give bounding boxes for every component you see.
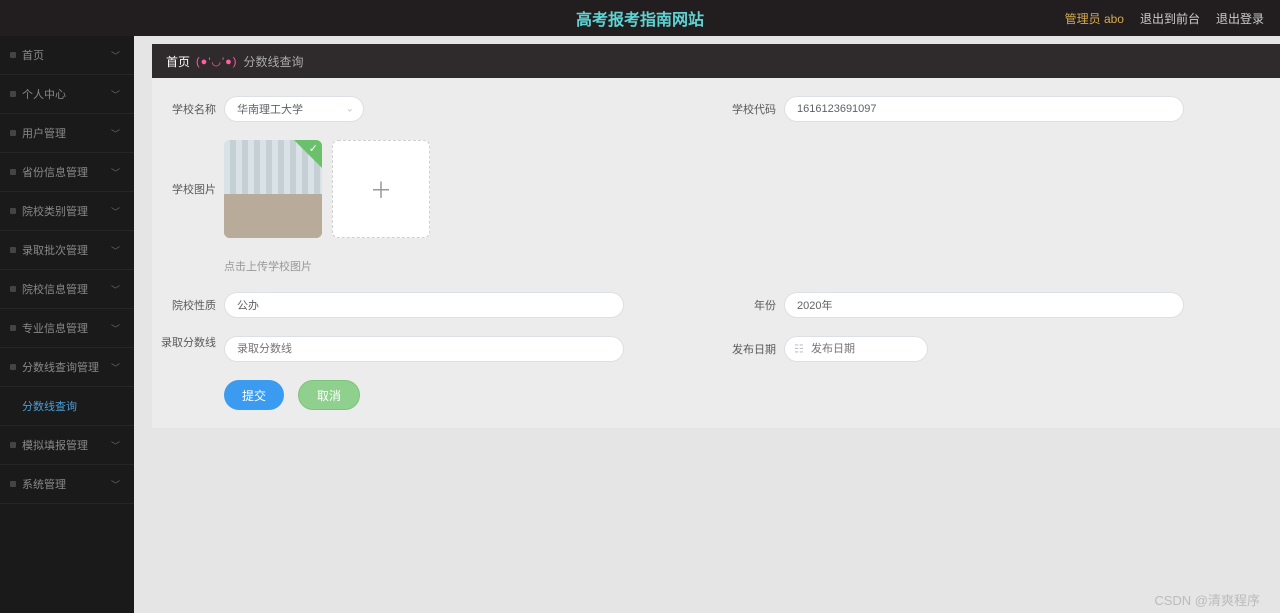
- top-right-links: 管理员 abo 退出到前台 退出登录: [1065, 10, 1264, 27]
- chevron-down-icon: ﹀: [111, 322, 120, 335]
- top-header: 高考报考指南网站 管理员 abo 退出到前台 退出登录: [0, 0, 1280, 36]
- sidebar-item-system[interactable]: 系统管理 ﹀: [0, 465, 134, 504]
- chevron-down-icon: ﹀: [111, 478, 120, 491]
- sidebar-item-score-query[interactable]: 分数线查询: [0, 387, 134, 426]
- sidebar-item-province[interactable]: 省份信息管理 ﹀: [0, 153, 134, 192]
- sidebar: 首页﹀ 个人中心﹀ 用户管理﹀ 省份信息管理﹀ 院校类别管理﹀ 录取批次管理﹀ …: [0, 36, 134, 613]
- chevron-down-icon: ﹀: [111, 283, 120, 296]
- chevron-down-icon: ﹀: [111, 88, 120, 101]
- breadcrumb-separator-icon: (●'◡'●): [196, 55, 237, 68]
- sidebar-item-major-info[interactable]: 专业信息管理 ﹀: [0, 309, 134, 348]
- chevron-down-icon: ﹀: [111, 361, 120, 374]
- cancel-button[interactable]: 取消: [298, 380, 360, 410]
- sidebar-item-profile[interactable]: 个人中心 ﹀: [0, 75, 134, 114]
- chevron-down-icon: ﹀: [111, 127, 120, 140]
- sidebar-item-label: 院校信息管理: [22, 281, 88, 297]
- sidebar-item-users[interactable]: 用户管理 ﹀: [0, 114, 134, 153]
- upload-hint: 点击上传学校图片: [160, 258, 1260, 274]
- school-code-label: 学校代码: [720, 101, 776, 117]
- school-name-select[interactable]: [224, 96, 364, 122]
- breadcrumb: 首页 (●'◡'●) 分数线查询: [152, 44, 1280, 78]
- school-image-label: 学校图片: [160, 181, 216, 197]
- submit-button[interactable]: 提交: [224, 380, 284, 410]
- school-name-label: 学校名称: [160, 101, 216, 117]
- year-label: 年份: [720, 297, 776, 313]
- plus-icon: ＋: [370, 173, 392, 205]
- sidebar-item-label: 用户管理: [22, 125, 66, 141]
- sidebar-item-label: 专业信息管理: [22, 320, 88, 336]
- upload-add-button[interactable]: ＋: [332, 140, 430, 238]
- school-type-label: 院校性质: [160, 297, 216, 313]
- sidebar-item-label: 首页: [22, 47, 44, 63]
- logout-front-link[interactable]: 退出到前台: [1140, 10, 1200, 27]
- score-label: 录取分数线: [160, 336, 216, 350]
- chevron-down-icon: ﹀: [111, 205, 120, 218]
- sidebar-item-label: 分数线查询: [22, 398, 77, 414]
- sidebar-item-label: 个人中心: [22, 86, 66, 102]
- score-input[interactable]: [224, 336, 624, 362]
- sidebar-item-label: 模拟填报管理: [22, 437, 88, 453]
- chevron-down-icon: ﹀: [111, 439, 120, 452]
- watermark: CSDN @清爽程序: [1154, 590, 1260, 609]
- sidebar-item-label: 院校类别管理: [22, 203, 88, 219]
- chevron-down-icon: ﹀: [111, 244, 120, 257]
- check-icon: ✓: [309, 142, 318, 155]
- sidebar-item-school-info[interactable]: 院校信息管理 ﹀: [0, 270, 134, 309]
- form-panel: 学校名称 ⌄ 学校代码 学校图片: [152, 78, 1280, 428]
- breadcrumb-home[interactable]: 首页: [166, 53, 190, 70]
- logout-link[interactable]: 退出登录: [1216, 10, 1264, 27]
- school-code-input[interactable]: [784, 96, 1184, 122]
- breadcrumb-current: 分数线查询: [243, 53, 303, 70]
- year-input[interactable]: [784, 292, 1184, 318]
- pubdate-input[interactable]: [784, 336, 928, 362]
- sidebar-item-label: 系统管理: [22, 476, 66, 492]
- school-type-input[interactable]: [224, 292, 624, 318]
- sidebar-item-school-category[interactable]: 院校类别管理 ﹀: [0, 192, 134, 231]
- pubdate-label: 发布日期: [720, 341, 776, 357]
- site-title: 高考报考指南网站: [576, 6, 704, 30]
- chevron-down-icon: ﹀: [111, 49, 120, 62]
- uploaded-image-thumb[interactable]: ✓: [224, 140, 322, 238]
- sidebar-item-label: 省份信息管理: [22, 164, 88, 180]
- admin-link[interactable]: 管理员 abo: [1065, 10, 1124, 27]
- sidebar-item-mock-apply[interactable]: 模拟填报管理 ﹀: [0, 426, 134, 465]
- main-content: 首页 (●'◡'●) 分数线查询 学校名称 ⌄ 学校代码 学校图: [134, 36, 1280, 613]
- chevron-down-icon: ﹀: [111, 166, 120, 179]
- sidebar-item-label: 录取批次管理: [22, 242, 88, 258]
- sidebar-item-score-query-mgmt[interactable]: 分数线查询管理 ﹀: [0, 348, 134, 387]
- sidebar-item-label: 分数线查询管理: [22, 359, 99, 375]
- calendar-icon: ☷: [794, 343, 804, 356]
- sidebar-item-home[interactable]: 首页 ﹀: [0, 36, 134, 75]
- sidebar-item-admission-batch[interactable]: 录取批次管理 ﹀: [0, 231, 134, 270]
